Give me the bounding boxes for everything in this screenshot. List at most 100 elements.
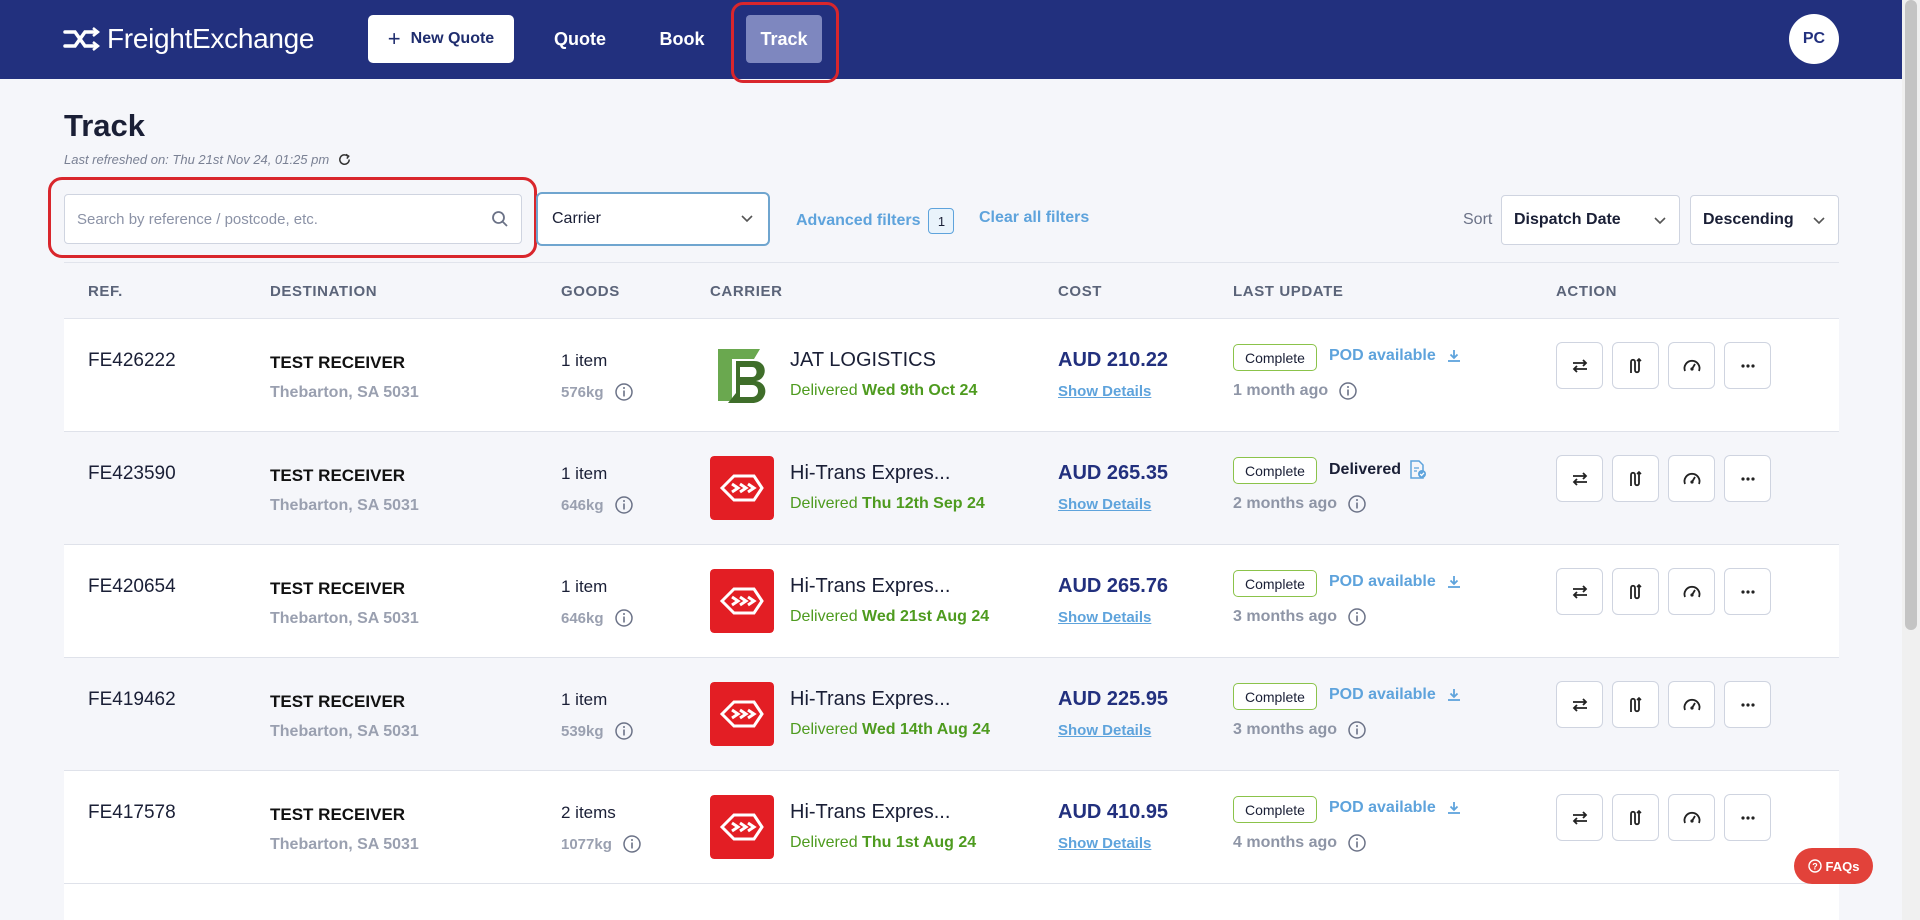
delivered-date: Thu 1st Aug 24 <box>862 834 977 851</box>
table-row[interactable]: FE419462 TEST RECEIVER Thebarton, SA 503… <box>64 658 1839 771</box>
tracking-button[interactable] <box>1668 794 1715 841</box>
route-icon <box>1629 583 1642 599</box>
destination-name: TEST RECEIVER <box>270 353 406 372</box>
advanced-filters-label: Advanced filters <box>796 212 921 229</box>
info-icon[interactable] <box>1338 381 1358 401</box>
page-scrollbar[interactable] <box>1902 0 1920 920</box>
goods-items: 2 items <box>561 803 616 822</box>
more-options-button[interactable] <box>1724 568 1771 615</box>
pod-available-link[interactable]: POD available <box>1329 347 1462 365</box>
table-row-partial <box>64 884 1839 920</box>
cost-value: AUD 410.95 <box>1058 801 1169 823</box>
table-row[interactable]: FE420654 TEST RECEIVER Thebarton, SA 503… <box>64 545 1839 658</box>
tracking-button[interactable] <box>1668 681 1715 728</box>
more-options-icon <box>1740 815 1755 820</box>
refresh-icon[interactable] <box>337 152 352 167</box>
info-icon[interactable] <box>614 608 634 628</box>
download-icon[interactable] <box>1446 687 1462 703</box>
info-icon[interactable] <box>1347 494 1367 514</box>
cost-value: AUD 265.76 <box>1058 575 1169 597</box>
download-icon[interactable] <box>1446 800 1462 816</box>
chevron-down-icon <box>1813 217 1825 225</box>
shipments-table: REF. DESTINATION GOODS CARRIER COST LAST… <box>64 262 1839 920</box>
destination-address: Thebarton, SA 5031 <box>270 497 419 514</box>
nav-quote[interactable]: Quote <box>548 15 612 63</box>
info-icon[interactable] <box>1347 607 1367 627</box>
info-icon[interactable] <box>1347 720 1367 740</box>
ref-number[interactable]: FE420654 <box>88 576 176 598</box>
info-icon[interactable] <box>614 721 634 741</box>
goods-weight-value: 539kg <box>561 722 604 740</box>
ref-number[interactable]: FE417578 <box>88 802 176 824</box>
download-icon[interactable] <box>1446 574 1462 590</box>
tracking-gauge-icon <box>1683 585 1700 597</box>
more-options-button[interactable] <box>1724 455 1771 502</box>
status-badge: Complete <box>1233 344 1317 371</box>
highlight-search-annotation <box>48 177 537 258</box>
info-icon[interactable] <box>1347 833 1367 853</box>
rebook-button[interactable] <box>1556 342 1603 389</box>
rebook-button[interactable] <box>1556 568 1603 615</box>
sort-field-select[interactable]: Dispatch Date <box>1501 195 1680 245</box>
more-options-button[interactable] <box>1724 342 1771 389</box>
logo-arrows-icon <box>63 27 101 51</box>
route-button[interactable] <box>1612 681 1659 728</box>
document-icon[interactable] <box>1409 460 1427 480</box>
user-avatar[interactable]: PC <box>1789 14 1839 64</box>
info-icon[interactable] <box>614 382 634 402</box>
download-icon[interactable] <box>1446 348 1462 364</box>
ref-number[interactable]: FE419462 <box>88 689 176 711</box>
route-button[interactable] <box>1612 794 1659 841</box>
advanced-filters-link[interactable]: Advanced filters 1 <box>796 208 955 234</box>
goods-items: 1 item <box>561 351 608 370</box>
scrollbar-thumb[interactable] <box>1905 0 1917 630</box>
carrier-select[interactable]: Carrier <box>536 192 770 246</box>
tracking-button[interactable] <box>1668 568 1715 615</box>
pod-available-link[interactable]: POD available <box>1329 573 1462 591</box>
table-row[interactable]: FE423590 TEST RECEIVER Thebarton, SA 503… <box>64 432 1839 545</box>
clear-all-filters-link[interactable]: Clear all filters <box>979 209 1089 227</box>
show-details-link[interactable]: Show Details <box>1058 835 1151 852</box>
rebook-button[interactable] <box>1556 794 1603 841</box>
route-button[interactable] <box>1612 342 1659 389</box>
ref-number[interactable]: FE423590 <box>88 463 176 485</box>
goods-weight-value: 646kg <box>561 609 604 627</box>
more-options-button[interactable] <box>1724 681 1771 728</box>
rebook-button[interactable] <box>1556 681 1603 728</box>
faqs-button[interactable]: ? FAQs <box>1794 848 1873 884</box>
last-update-ago: 2 months ago <box>1233 494 1367 514</box>
route-button[interactable] <box>1612 568 1659 615</box>
tracking-button[interactable] <box>1668 342 1715 389</box>
info-icon[interactable] <box>622 834 642 854</box>
sort-label: Sort <box>1463 211 1493 228</box>
goods-weight: 576kg <box>561 382 634 402</box>
ref-number[interactable]: FE426222 <box>88 350 176 372</box>
delivered-prefix: Delivered <box>790 495 858 512</box>
route-button[interactable] <box>1612 455 1659 502</box>
rebook-button[interactable] <box>1556 455 1603 502</box>
table-row[interactable]: FE426222 TEST RECEIVER Thebarton, SA 503… <box>64 319 1839 432</box>
goods-weight: 646kg <box>561 495 634 515</box>
more-options-button[interactable] <box>1724 794 1771 841</box>
table-row[interactable]: FE417578 TEST RECEIVER Thebarton, SA 503… <box>64 771 1839 884</box>
new-quote-button[interactable]: + New Quote <box>368 15 514 63</box>
advanced-filters-count-badge: 1 <box>928 208 955 234</box>
delivered-doc-link[interactable]: Delivered <box>1329 460 1427 480</box>
pod-available-link[interactable]: POD available <box>1329 686 1462 704</box>
header-last-update: LAST UPDATE <box>1233 283 1344 300</box>
tracking-button[interactable] <box>1668 455 1715 502</box>
sort-order-select[interactable]: Descending <box>1690 195 1839 245</box>
show-details-link[interactable]: Show Details <box>1058 383 1151 400</box>
tracking-gauge-icon <box>1683 472 1700 484</box>
info-icon[interactable] <box>614 495 634 515</box>
show-details-link[interactable]: Show Details <box>1058 496 1151 513</box>
show-details-link[interactable]: Show Details <box>1058 722 1151 739</box>
brand-logo[interactable]: FreightExchange <box>63 23 314 55</box>
carrier-delivered-status: Delivered Thu 1st Aug 24 <box>790 834 976 852</box>
delivered-date: Thu 12th Sep 24 <box>862 495 985 512</box>
nav-book[interactable]: Book <box>652 15 712 63</box>
carrier-select-value: Carrier <box>552 210 601 227</box>
show-details-link[interactable]: Show Details <box>1058 609 1151 626</box>
destination-name: TEST RECEIVER <box>270 805 406 824</box>
pod-available-link[interactable]: POD available <box>1329 799 1462 817</box>
